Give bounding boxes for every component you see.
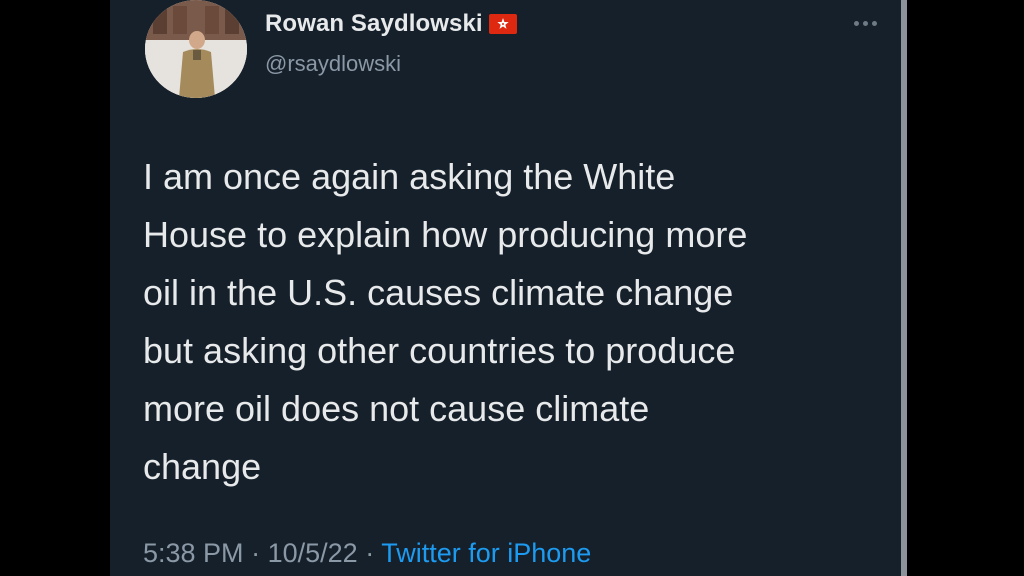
more-dot [871,20,877,26]
tweet-date[interactable]: 10/5/22 [268,538,358,568]
tweet-time[interactable]: 5:38 PM [143,538,244,568]
hong-kong-flag-icon [488,14,517,34]
tweet-card: Rowan Saydlowski @rsaydlowski I am once … [110,0,905,576]
author-display-name[interactable]: Rowan Saydlowski [265,10,483,38]
tweet-metadata: 5:38 PM · 10/5/22 · Twitter for iPhone [143,538,591,569]
more-dot [853,20,859,26]
more-options-icon[interactable] [848,14,882,32]
author-name-row: Rowan Saydlowski [265,10,517,38]
more-dot [862,20,868,26]
tweet-source-link[interactable]: Twitter for iPhone [381,538,591,568]
avatar[interactable] [145,0,247,98]
meta-separator: · [251,538,261,568]
screenshot-frame: Rowan Saydlowski @rsaydlowski I am once … [0,0,1024,576]
tweet-text: I am once again asking the White House t… [143,156,748,487]
meta-separator: · [365,538,375,568]
author-handle[interactable]: @rsaydlowski [265,51,401,77]
scrollbar[interactable] [901,0,907,576]
avatar-photo [145,0,247,98]
